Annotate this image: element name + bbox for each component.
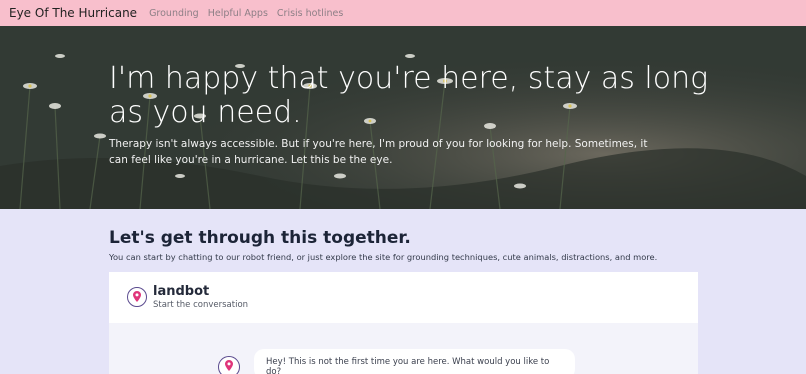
chatbot-widget: landbot Start the conversation Hey! This… — [109, 272, 698, 374]
map-pin-icon — [127, 287, 147, 307]
brand-link[interactable]: Eye Of The Hurricane — [9, 6, 137, 20]
chat-message-bubble: Hey! This is not the first time you are … — [254, 349, 575, 374]
top-navbar: Eye Of The Hurricane Grounding Helpful A… — [0, 0, 806, 26]
chatbot-name: landbot — [153, 284, 210, 299]
nav-link-helpful-apps[interactable]: Helpful Apps — [208, 8, 268, 19]
intro-title: Let's get through this together. — [109, 228, 411, 248]
hero-subtitle: Therapy isn't always accessible. But if … — [109, 138, 648, 166]
nav-link-crisis-hotlines[interactable]: Crisis hotlines — [277, 8, 343, 19]
hero-banner: I'm happy that you're here, stay as long… — [0, 26, 806, 209]
nav-link-grounding[interactable]: Grounding — [149, 8, 199, 19]
chatbot-header: landbot Start the conversation — [109, 272, 698, 323]
intro-text: You can start by chatting to our robot f… — [109, 252, 658, 262]
chatbot-tagline: Start the conversation — [153, 300, 249, 310]
hero-title: I'm happy that you're here, stay as long… — [109, 61, 709, 130]
bot-avatar-pin-icon — [218, 356, 240, 374]
